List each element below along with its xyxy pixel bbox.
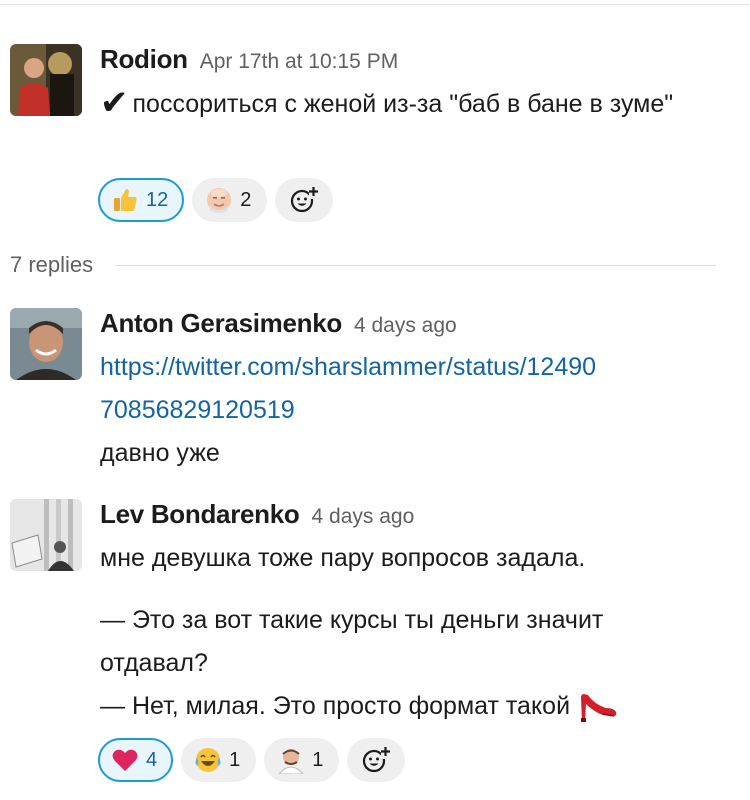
avatar[interactable]: [10, 44, 82, 116]
message-body: поссориться с женой из-за "баб в бане в …: [132, 90, 674, 118]
message-line: — Нет, милая. Это просто формат такой: [100, 685, 730, 728]
thumbs-up-icon: [110, 185, 140, 215]
author-name[interactable]: Anton Gerasimenko: [100, 308, 342, 339]
reactions-bar: 4 1 1: [98, 738, 406, 782]
reaction-joy[interactable]: 1: [181, 738, 257, 782]
reaction-heart[interactable]: 4: [98, 738, 174, 782]
reaction-count: 1: [312, 748, 324, 771]
tweet-link-continued[interactable]: 70856829120519: [100, 389, 730, 432]
message-line-text: — Нет, милая. Это просто формат такой: [100, 692, 571, 720]
message-line: — Это за вот такие курсы ты деньги значи…: [100, 606, 604, 634]
reaction-count: 2: [240, 188, 252, 211]
bald-face-icon: [204, 185, 234, 215]
timestamp[interactable]: 4 days ago: [312, 505, 415, 529]
divider-line: [115, 264, 716, 266]
top-divider: [0, 4, 750, 5]
tweet-link[interactable]: https://twitter.com/sharslammer/status/1…: [100, 346, 730, 389]
message-body: давно уже: [100, 439, 220, 467]
timestamp[interactable]: Apr 17th at 10:15 PM: [200, 50, 398, 74]
message-line: мне девушка тоже пару вопросов задала.: [100, 544, 586, 572]
author-name[interactable]: Lev Bondarenko: [100, 499, 300, 530]
checkmark-icon: ✔: [100, 84, 129, 122]
reactions-bar: 12 2: [98, 178, 334, 222]
thread-replies-divider: 7 replies: [10, 252, 716, 278]
add-reaction-icon: [361, 745, 391, 775]
reaction-count: 1: [229, 748, 241, 771]
reaction-count: 4: [146, 748, 158, 771]
add-reaction-button[interactable]: [275, 178, 334, 222]
add-reaction-button[interactable]: [347, 738, 406, 782]
heart-icon: [110, 745, 140, 775]
avatar[interactable]: [10, 499, 82, 571]
reaction-count: 12: [146, 188, 169, 211]
replies-count: 7 replies: [10, 252, 94, 277]
author-name[interactable]: Rodion: [100, 44, 188, 75]
reaction-thumbs-up[interactable]: 12: [98, 178, 185, 222]
add-reaction-icon: [289, 185, 319, 215]
message-line: отдавал?: [100, 649, 208, 677]
message-text: ✔ поссориться с женой из-за "баб в бане в…: [100, 82, 730, 126]
reaction-bald-face[interactable]: 2: [192, 178, 268, 222]
chef-face-icon: [276, 745, 306, 775]
avatar[interactable]: [10, 308, 82, 380]
reaction-chef-face[interactable]: 1: [264, 738, 340, 782]
timestamp[interactable]: 4 days ago: [354, 314, 457, 338]
joy-icon: [193, 745, 223, 775]
high-heel-icon: [578, 690, 618, 724]
